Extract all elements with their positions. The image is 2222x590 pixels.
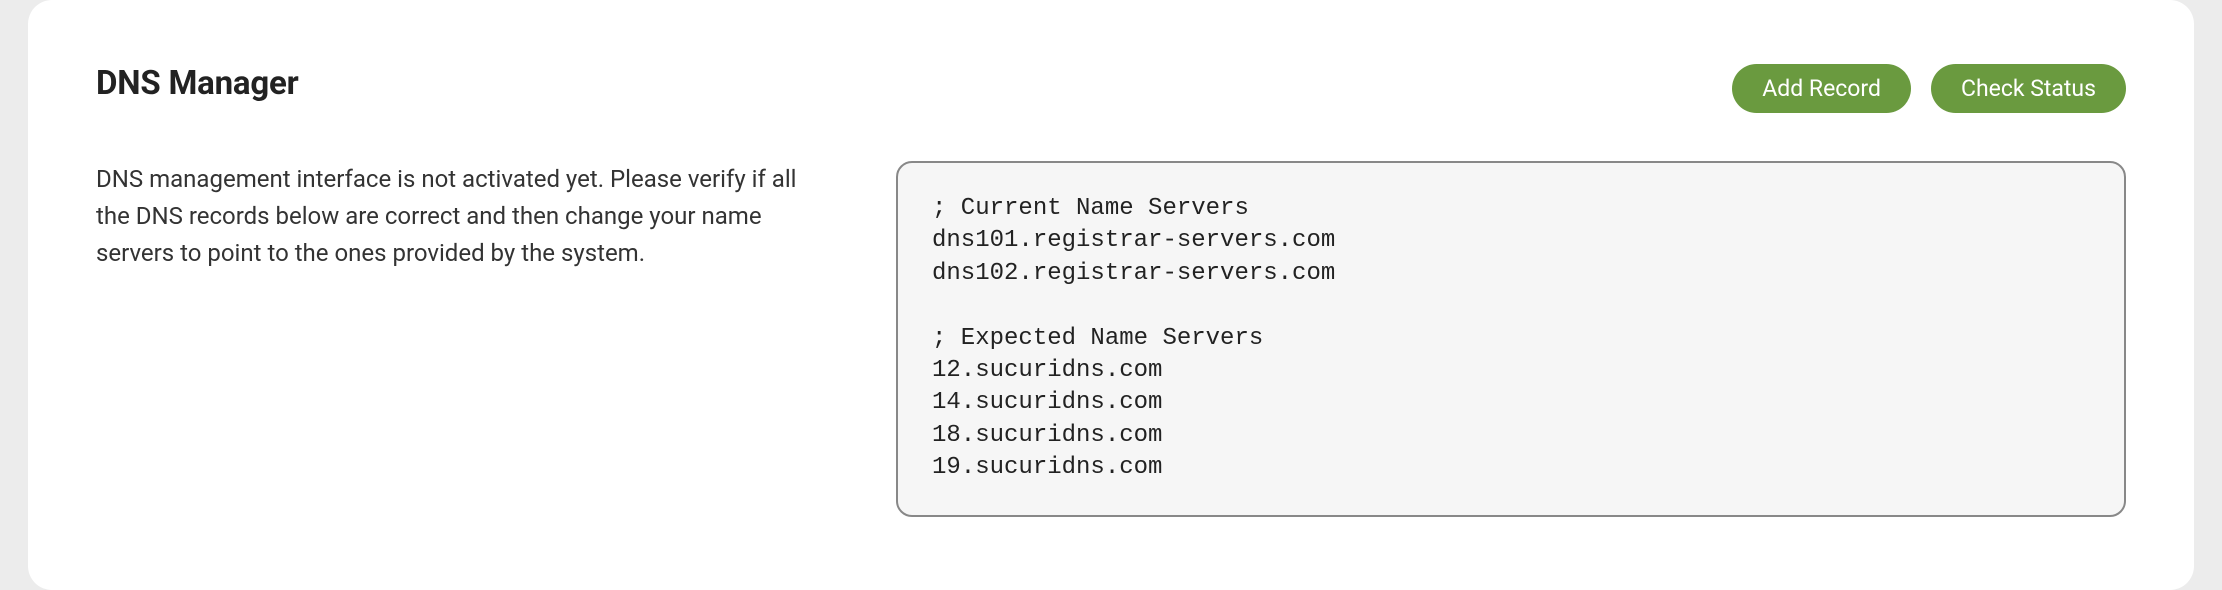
header-row: DNS Manager Add Record Check Status (96, 64, 2126, 113)
check-status-button[interactable]: Check Status (1931, 64, 2126, 113)
nameservers-code-block: ; Current Name Servers dns101.registrar-… (896, 161, 2126, 517)
dns-manager-card: DNS Manager Add Record Check Status DNS … (28, 0, 2194, 590)
button-group: Add Record Check Status (1732, 64, 2126, 113)
page-title: DNS Manager (96, 64, 299, 103)
content-row: DNS management interface is not activate… (96, 161, 2126, 517)
description-text: DNS management interface is not activate… (96, 161, 816, 273)
add-record-button[interactable]: Add Record (1732, 64, 1911, 113)
